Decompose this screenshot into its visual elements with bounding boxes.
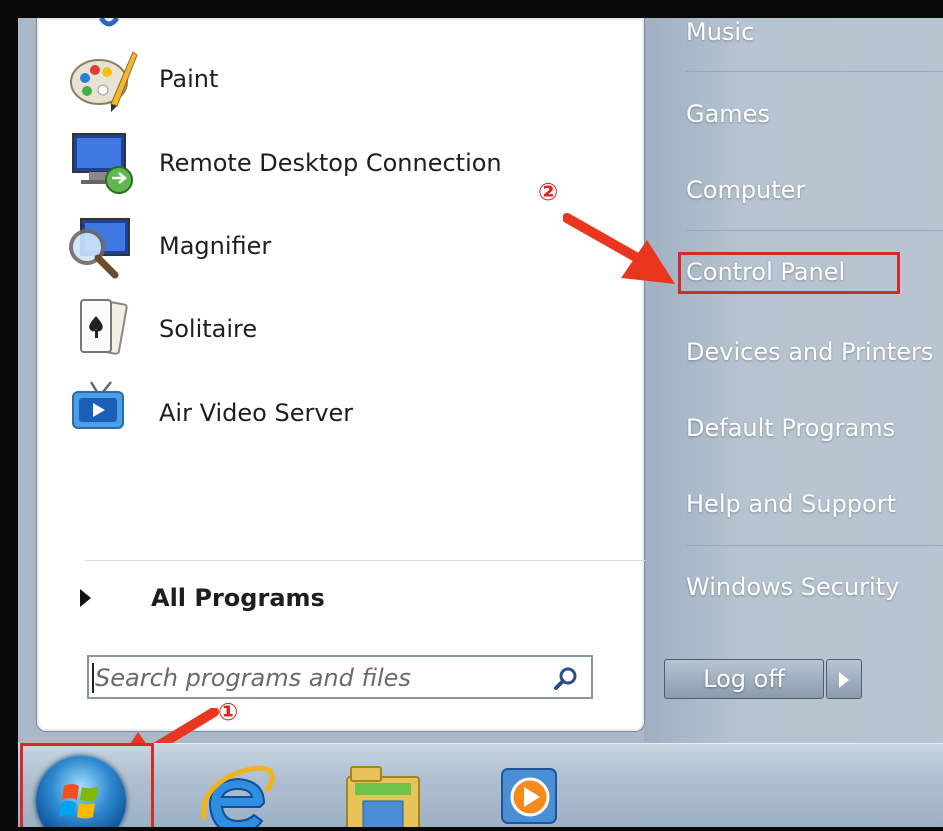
program-label: Paint bbox=[159, 65, 219, 93]
solitaire-cards-icon bbox=[67, 294, 139, 364]
step-1-marker: ① bbox=[218, 698, 239, 726]
triangle-right-icon bbox=[80, 589, 91, 607]
program-item-solitaire[interactable]: Solitaire bbox=[67, 294, 257, 364]
right-item-music[interactable]: Music bbox=[686, 18, 754, 46]
file-explorer-icon[interactable] bbox=[341, 761, 427, 831]
program-item-magnifier[interactable]: Magnifier bbox=[67, 211, 271, 281]
program-item-paint[interactable]: Paint bbox=[67, 44, 218, 114]
start-menu-programs-pane: Paint Remote Desktop Connection Magnifie… bbox=[36, 18, 645, 732]
all-programs-separator bbox=[85, 560, 645, 561]
partial-program-icon bbox=[99, 18, 120, 27]
media-player-icon[interactable] bbox=[496, 763, 576, 831]
right-separator bbox=[686, 71, 943, 72]
right-separator bbox=[686, 545, 943, 546]
magnifier-icon bbox=[67, 211, 139, 281]
program-label: Solitaire bbox=[159, 315, 258, 343]
remote-desktop-icon bbox=[67, 128, 139, 198]
right-item-default-programs[interactable]: Default Programs bbox=[686, 414, 895, 442]
right-item-help-and-support[interactable]: Help and Support bbox=[686, 490, 896, 518]
right-separator bbox=[686, 230, 943, 231]
shutdown-options-button[interactable] bbox=[826, 659, 862, 699]
taskbar bbox=[18, 743, 943, 827]
program-item-remote-desktop[interactable]: Remote Desktop Connection bbox=[67, 128, 502, 198]
program-item-air-video-server[interactable]: Air Video Server bbox=[67, 378, 353, 448]
right-item-devices-and-printers[interactable]: Devices and Printers bbox=[686, 338, 933, 366]
internet-explorer-icon[interactable] bbox=[198, 763, 278, 831]
all-programs-button[interactable]: All Programs bbox=[80, 578, 325, 618]
program-label: Magnifier bbox=[159, 232, 272, 260]
screenshot-frame: Paint Remote Desktop Connection Magnifie… bbox=[0, 0, 943, 831]
arrow-right-icon bbox=[839, 672, 849, 688]
log-off-label: Log off bbox=[703, 665, 785, 693]
paint-palette-icon bbox=[67, 44, 139, 114]
start-button-highlight bbox=[20, 743, 154, 827]
right-item-games[interactable]: Games bbox=[686, 100, 770, 128]
search-box[interactable] bbox=[87, 655, 593, 699]
right-item-windows-security[interactable]: Windows Security bbox=[686, 573, 899, 601]
search-icon[interactable] bbox=[553, 665, 579, 691]
control-panel-highlight bbox=[678, 252, 900, 294]
search-input[interactable] bbox=[93, 661, 537, 695]
program-label: Remote Desktop Connection bbox=[159, 149, 502, 177]
right-item-computer[interactable]: Computer bbox=[686, 176, 805, 204]
program-label: Air Video Server bbox=[159, 399, 354, 427]
log-off-button[interactable]: Log off bbox=[664, 659, 824, 699]
annotation-arrow-2 bbox=[563, 213, 675, 284]
all-programs-label: All Programs bbox=[151, 584, 325, 612]
step-2-marker: ② bbox=[538, 178, 559, 206]
tv-play-icon bbox=[67, 378, 139, 448]
